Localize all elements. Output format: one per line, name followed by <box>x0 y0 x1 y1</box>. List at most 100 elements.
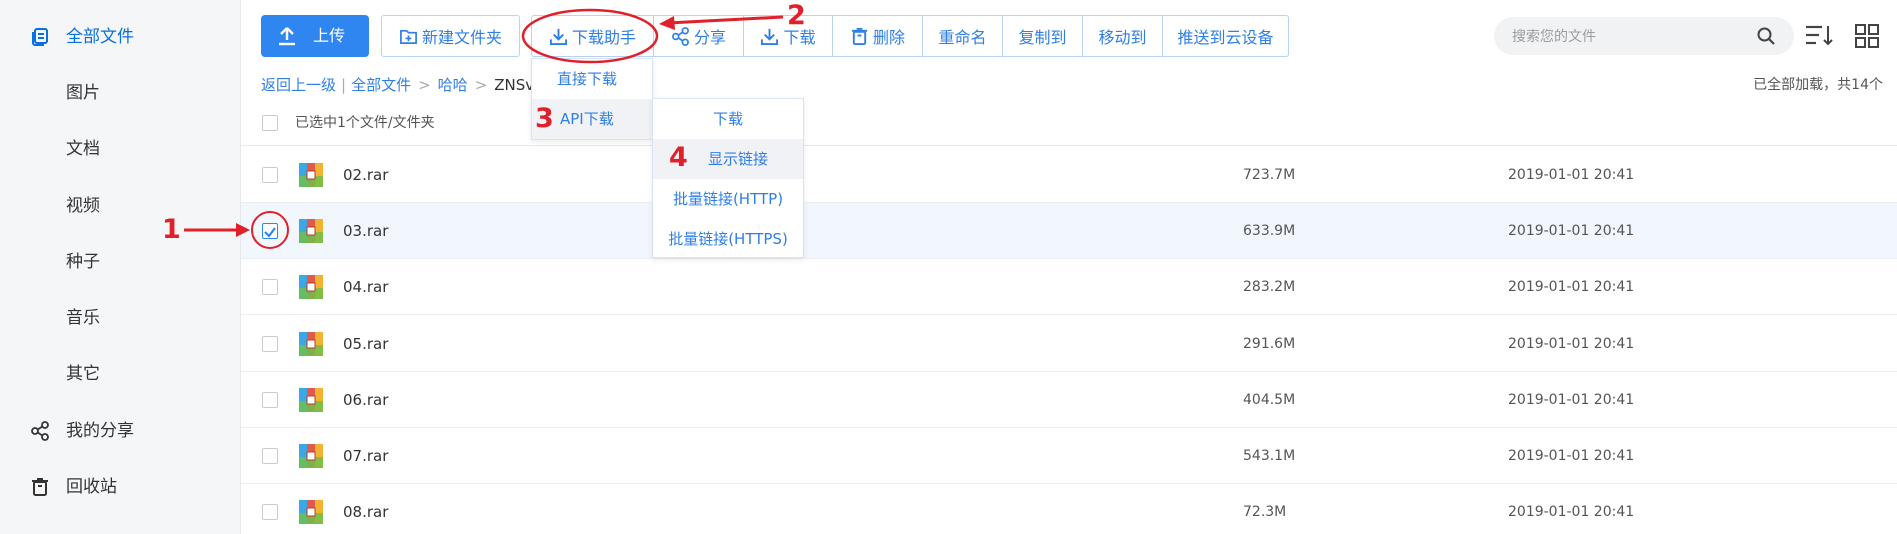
annotation-number-1: 1 <box>162 214 181 245</box>
share-icon <box>31 421 49 441</box>
file-name[interactable]: 07.rar <box>343 446 388 466</box>
file-size: 283.2M <box>1243 279 1296 295</box>
menu-item-batch-http[interactable]: 批量链接(HTTP) <box>653 179 803 219</box>
file-size: 72.3M <box>1243 504 1287 520</box>
upload-icon <box>279 27 295 46</box>
rename-label: 重命名 <box>938 28 987 47</box>
breadcrumb-folder-link[interactable]: 哈哈 <box>438 76 468 94</box>
file-name[interactable]: 05.rar <box>343 334 388 354</box>
sort-icon[interactable] <box>1804 23 1834 49</box>
download-helper-label: 下载助手 <box>571 28 636 47</box>
sidebar-item-images[interactable]: 图片 <box>0 71 241 115</box>
file-checkbox[interactable] <box>262 336 278 352</box>
copy-to-label: 复制到 <box>1018 28 1067 47</box>
file-checkbox[interactable] <box>262 167 278 183</box>
file-row[interactable]: 07.rar 543.1M 2019-01-01 20:41 <box>241 428 1897 484</box>
file-checkbox[interactable] <box>262 279 278 295</box>
check-icon <box>264 227 276 238</box>
search-icon[interactable] <box>1756 26 1776 46</box>
file-row[interactable]: 02.rar 723.7M 2019-01-01 20:41 <box>241 147 1897 203</box>
file-row[interactable]: 05.rar 291.6M 2019-01-01 20:41 <box>241 316 1897 372</box>
file-name[interactable]: 08.rar <box>343 502 388 522</box>
sidebar-item-torrents[interactable]: 种子 <box>0 240 241 284</box>
sidebar-item-other[interactable]: 其它 <box>0 352 241 396</box>
select-all-checkbox[interactable] <box>262 115 278 131</box>
header-divider <box>241 145 1897 146</box>
file-size: 633.9M <box>1243 223 1296 239</box>
breadcrumb-divider: | <box>341 76 347 94</box>
move-to-button[interactable]: 移动到 <box>1083 16 1163 56</box>
file-checkbox[interactable] <box>262 223 278 239</box>
push-to-device-button[interactable]: 推送到云设备 <box>1163 16 1288 56</box>
share-icon <box>672 26 689 46</box>
sidebar-item-label: 视频 <box>66 196 100 216</box>
file-name[interactable]: 03.rar <box>343 221 388 241</box>
sidebar-item-label: 回收站 <box>66 477 117 497</box>
action-button-group: 下载助手 分享 下载 删除 重命名 复制到 移动到 推送到云设备 <box>531 15 1289 57</box>
download-helper-button[interactable]: 下载助手 <box>532 16 654 56</box>
download-icon <box>549 28 568 45</box>
upload-button[interactable]: 上传 <box>261 15 369 57</box>
sidebar-item-label: 种子 <box>66 252 100 272</box>
trash-icon <box>32 478 48 496</box>
sidebar-item-all-files[interactable]: 全部文件 <box>0 15 241 59</box>
new-folder-button[interactable]: 新建文件夹 <box>382 16 519 56</box>
file-checkbox[interactable] <box>262 392 278 408</box>
file-size: 543.1M <box>1243 448 1296 464</box>
file-row[interactable]: 06.rar 404.5M 2019-01-01 20:41 <box>241 372 1897 428</box>
file-row[interactable]: 08.rar 72.3M 2019-01-01 20:41 <box>241 484 1897 534</box>
file-date: 2019-01-01 20:41 <box>1508 279 1635 295</box>
app-root: 全部文件 图片 文档 视频 种子 音乐 其它 我的分享 回收站 上传 新建文件夹… <box>0 0 1897 534</box>
new-folder-icon <box>400 29 417 44</box>
file-date: 2019-01-01 20:41 <box>1508 167 1635 183</box>
files-icon <box>32 28 48 46</box>
menu-item-label: API下载 <box>560 110 614 128</box>
file-date: 2019-01-01 20:41 <box>1508 336 1635 352</box>
rename-button[interactable]: 重命名 <box>923 16 1003 56</box>
file-name[interactable]: 04.rar <box>343 277 388 297</box>
archive-file-icon <box>299 444 323 468</box>
annotation-number-4: 4 <box>669 142 688 173</box>
file-date: 2019-01-01 20:41 <box>1508 223 1635 239</box>
share-button[interactable]: 分享 <box>654 16 744 56</box>
file-size: 291.6M <box>1243 336 1296 352</box>
sidebar-item-label: 图片 <box>66 83 100 103</box>
file-checkbox[interactable] <box>262 504 278 520</box>
delete-button[interactable]: 删除 <box>833 16 923 56</box>
file-row[interactable]: 03.rar 633.9M 2019-01-01 20:41 <box>241 203 1897 259</box>
selection-status: 已选中1个文件/文件夹 <box>295 115 435 131</box>
file-date: 2019-01-01 20:41 <box>1508 392 1635 408</box>
sidebar-item-label: 我的分享 <box>66 421 134 441</box>
sidebar-item-recycle-bin[interactable]: 回收站 <box>0 465 241 509</box>
file-size: 404.5M <box>1243 392 1296 408</box>
new-folder-label: 新建文件夹 <box>421 28 502 47</box>
archive-file-icon <box>299 163 323 187</box>
file-size: 723.7M <box>1243 167 1296 183</box>
archive-file-icon <box>299 500 323 524</box>
menu-item-download[interactable]: 下载 <box>653 99 803 139</box>
file-name[interactable]: 06.rar <box>343 390 388 410</box>
sidebar-item-documents[interactable]: 文档 <box>0 127 241 171</box>
sidebar-item-videos[interactable]: 视频 <box>0 184 241 228</box>
file-name[interactable]: 02.rar <box>343 165 388 185</box>
archive-file-icon <box>299 275 323 299</box>
breadcrumb-separator: > <box>418 76 431 94</box>
sidebar-item-music[interactable]: 音乐 <box>0 296 241 340</box>
sidebar-item-my-shares[interactable]: 我的分享 <box>0 409 241 453</box>
copy-to-button[interactable]: 复制到 <box>1003 16 1083 56</box>
breadcrumb-all-files-link[interactable]: 全部文件 <box>351 76 411 94</box>
file-row[interactable]: 04.rar 283.2M 2019-01-01 20:41 <box>241 259 1897 315</box>
breadcrumb: 返回上一级 | 全部文件 > 哈哈 > ZNSvu <box>261 75 544 95</box>
menu-item-direct-download[interactable]: 直接下载 <box>532 59 652 99</box>
breadcrumb-separator: > <box>474 76 488 94</box>
file-checkbox[interactable] <box>262 448 278 464</box>
api-download-submenu: 下载 显示链接 批量链接(HTTP) 批量链接(HTTPS) <box>652 98 804 258</box>
search-input[interactable] <box>1512 25 1742 47</box>
new-folder-group: 新建文件夹 <box>381 15 520 57</box>
upload-label: 上传 <box>313 26 346 45</box>
breadcrumb-back-link[interactable]: 返回上一级 <box>261 76 336 94</box>
trash-icon <box>851 27 868 45</box>
menu-item-batch-https[interactable]: 批量链接(HTTPS) <box>653 219 803 259</box>
grid-view-icon[interactable] <box>1852 23 1882 49</box>
archive-file-icon <box>299 332 323 356</box>
